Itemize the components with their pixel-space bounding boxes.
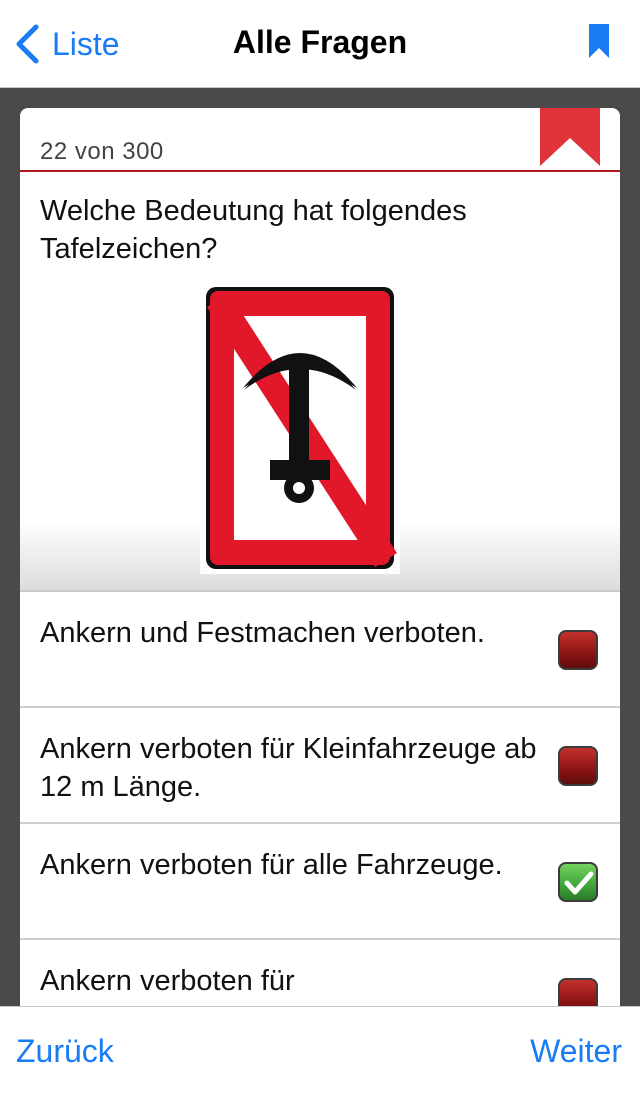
question-card: 22 von 300 Welche Bedeutung hat folgende… (20, 108, 620, 1006)
answer-option-4[interactable]: Ankern verboten für (20, 940, 620, 1006)
answer-checkbox-unchecked[interactable] (558, 630, 598, 670)
answer-text: Ankern verboten für (40, 965, 295, 997)
navigation-bar: Liste Alle Fragen (0, 0, 640, 88)
bookmark-ribbon-icon[interactable] (540, 108, 600, 166)
answers-list: Ankern und Festmachen verboten. Ankern v… (20, 592, 620, 1006)
question-text: Welche Bedeutung hat folgendes Tafelzeic… (40, 195, 467, 265)
bookmark-button[interactable] (586, 22, 612, 60)
answer-text: Ankern verboten für alle Fahrzeuge. (40, 849, 503, 881)
answer-checkbox-checked[interactable] (558, 862, 598, 902)
sign-image-area (20, 278, 620, 592)
answer-checkbox-unchecked[interactable] (558, 746, 598, 786)
divider (20, 170, 620, 172)
answer-option-1[interactable]: Ankern und Festmachen verboten. (20, 592, 620, 708)
answer-text: Ankern und Festmachen verboten. (40, 617, 485, 649)
next-button[interactable]: Weiter (530, 1033, 622, 1070)
bottom-toolbar: Zurück Weiter (0, 1006, 640, 1096)
anchor-prohibited-sign-icon (200, 278, 400, 574)
question-counter: 22 von 300 (40, 138, 164, 165)
answer-option-3[interactable]: Ankern verboten für alle Fahrzeuge. (20, 824, 620, 940)
checkmark-icon (564, 871, 594, 895)
previous-button[interactable]: Zurück (16, 1033, 114, 1070)
back-button-label: Liste (52, 25, 120, 62)
answer-option-2[interactable]: Ankern verboten für Kleinfahrzeuge ab 12… (20, 708, 620, 824)
chevron-left-icon (16, 24, 39, 64)
bookmark-icon (589, 24, 609, 58)
back-button[interactable]: Liste (14, 22, 120, 66)
answer-checkbox-unchecked[interactable] (558, 978, 598, 1006)
answer-text: Ankern verboten für Kleinfahrzeuge ab 12… (40, 733, 537, 803)
